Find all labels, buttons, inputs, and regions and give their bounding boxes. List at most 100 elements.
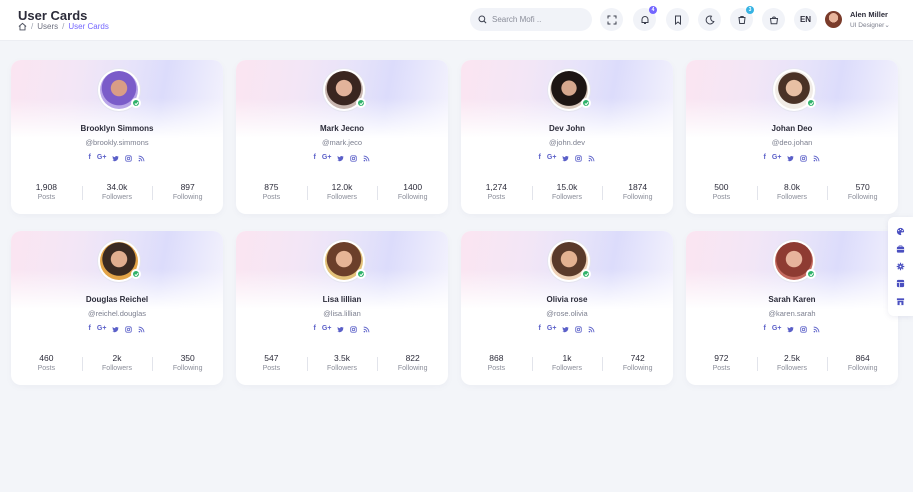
- facebook-icon[interactable]: f: [539, 154, 541, 162]
- facebook-icon[interactable]: f: [314, 154, 316, 162]
- instagram-icon[interactable]: [125, 154, 133, 162]
- check-icon: [358, 101, 364, 105]
- instagram-icon[interactable]: [800, 325, 808, 333]
- stat-following: 570 Following: [827, 182, 898, 201]
- twitter-icon[interactable]: [787, 155, 794, 162]
- facebook-icon[interactable]: f: [539, 325, 541, 333]
- twitter-icon[interactable]: [112, 326, 119, 333]
- following-label: Following: [172, 194, 203, 201]
- rss-icon[interactable]: [363, 155, 370, 162]
- user-name[interactable]: Brooklyn Simmons: [11, 124, 223, 133]
- posts-label: Posts: [37, 194, 56, 201]
- instagram-icon[interactable]: [350, 325, 358, 333]
- social-links: f G+: [461, 325, 673, 333]
- notification-button[interactable]: 4: [633, 6, 657, 31]
- stat-following: 350 Following: [152, 353, 223, 372]
- rss-icon[interactable]: [588, 155, 595, 162]
- rss-icon[interactable]: [138, 155, 145, 162]
- customizer-panel: [888, 217, 913, 316]
- twitter-icon[interactable]: [337, 326, 344, 333]
- instagram-icon[interactable]: [575, 325, 583, 333]
- moon-icon: [705, 14, 715, 24]
- followers-count: 2.5k: [783, 353, 801, 363]
- google-plus-icon[interactable]: G+: [97, 154, 107, 162]
- check-icon: [133, 101, 139, 105]
- facebook-icon[interactable]: f: [89, 154, 91, 162]
- rss-icon[interactable]: [363, 326, 370, 333]
- posts-count: 972: [714, 353, 729, 363]
- rss-icon[interactable]: [813, 155, 820, 162]
- followers-label: Followers: [102, 194, 132, 201]
- posts-count: 875: [264, 182, 279, 192]
- gear-icon[interactable]: [896, 262, 905, 271]
- layout-icon[interactable]: [896, 245, 905, 254]
- check-icon: [133, 272, 139, 276]
- stat-followers: 1k Followers: [531, 353, 603, 372]
- rss-icon[interactable]: [588, 326, 595, 333]
- breadcrumb-separator: /: [31, 22, 34, 31]
- google-plus-icon[interactable]: G+: [547, 325, 557, 333]
- palette-icon[interactable]: [896, 227, 905, 236]
- cart-button[interactable]: 3: [730, 6, 754, 31]
- user-name[interactable]: Douglas Reichel: [11, 295, 223, 304]
- fullscreen-icon: [607, 15, 616, 24]
- twitter-icon[interactable]: [787, 326, 794, 333]
- google-plus-icon[interactable]: G+: [322, 154, 332, 162]
- dark-mode-button[interactable]: [698, 8, 721, 31]
- facebook-icon[interactable]: f: [764, 154, 766, 162]
- check-icon: [808, 272, 814, 276]
- online-status-badge: [131, 269, 141, 279]
- user-card: Douglas Reichel @reichel.douglas f G+ 46…: [11, 231, 223, 385]
- user-name[interactable]: Sarah Karen: [686, 295, 898, 304]
- stat-posts: 972 Posts: [686, 353, 757, 372]
- search-input[interactable]: [492, 15, 582, 24]
- breadcrumb-users[interactable]: Users: [37, 22, 58, 31]
- bookmark-button[interactable]: [666, 8, 689, 31]
- store-icon[interactable]: [896, 297, 905, 306]
- rss-icon[interactable]: [813, 326, 820, 333]
- user-card: Olivia rose @rose.olivia f G+ 868 Posts …: [461, 231, 673, 385]
- google-plus-icon[interactable]: G+: [322, 325, 332, 333]
- user-name[interactable]: Dev John: [461, 124, 673, 133]
- instagram-icon[interactable]: [800, 154, 808, 162]
- user-name[interactable]: Lisa lillian: [236, 295, 448, 304]
- user-card: Brooklyn Simmons @brookly.simmons f G+ 1…: [11, 60, 223, 214]
- instagram-icon[interactable]: [125, 325, 133, 333]
- google-plus-icon[interactable]: G+: [547, 154, 557, 162]
- posts-label: Posts: [262, 194, 281, 201]
- instagram-icon[interactable]: [575, 154, 583, 162]
- following-count: 864: [855, 353, 870, 363]
- search-bar[interactable]: [470, 8, 592, 31]
- google-plus-icon[interactable]: G+: [772, 154, 782, 162]
- followers-label: Followers: [777, 194, 807, 201]
- following-label: Following: [397, 194, 428, 201]
- home-icon[interactable]: [18, 22, 27, 31]
- followers-count: 2k: [112, 353, 122, 363]
- shop-button[interactable]: [762, 8, 785, 31]
- stat-followers: 34.0k Followers: [81, 182, 153, 201]
- language-label: EN: [799, 15, 812, 24]
- google-plus-icon[interactable]: G+: [97, 325, 107, 333]
- facebook-icon[interactable]: f: [764, 325, 766, 333]
- user-stats: 868 Posts 1k Followers 742 Following: [461, 353, 673, 372]
- rss-icon[interactable]: [138, 326, 145, 333]
- user-name[interactable]: Mark Jecno: [236, 124, 448, 133]
- following-label: Following: [397, 365, 428, 372]
- following-count: 350: [180, 353, 195, 363]
- user-name[interactable]: Olivia rose: [461, 295, 673, 304]
- twitter-icon[interactable]: [562, 155, 569, 162]
- facebook-icon[interactable]: f: [89, 325, 91, 333]
- stat-posts: 868 Posts: [461, 353, 532, 372]
- twitter-icon[interactable]: [562, 326, 569, 333]
- fullscreen-button[interactable]: [600, 8, 623, 31]
- facebook-icon[interactable]: f: [314, 325, 316, 333]
- following-label: Following: [172, 365, 203, 372]
- instagram-icon[interactable]: [350, 154, 358, 162]
- user-name[interactable]: Johan Deo: [686, 124, 898, 133]
- language-button[interactable]: EN: [794, 8, 817, 31]
- user-profile[interactable]: Alen Miller UI Designer⌄: [825, 10, 890, 29]
- twitter-icon[interactable]: [112, 155, 119, 162]
- grid-icon[interactable]: [896, 279, 905, 288]
- google-plus-icon[interactable]: G+: [772, 325, 782, 333]
- twitter-icon[interactable]: [337, 155, 344, 162]
